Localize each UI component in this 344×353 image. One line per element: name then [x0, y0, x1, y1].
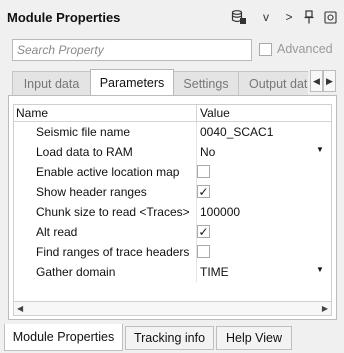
- property-value[interactable]: No: [200, 145, 215, 159]
- property-value[interactable]: TIME: [200, 265, 229, 279]
- scroll-left-icon[interactable]: ◀: [17, 304, 23, 313]
- advanced-label: Advanced: [277, 42, 333, 56]
- property-checkbox[interactable]: [197, 245, 210, 258]
- horizontal-scrollbar[interactable]: ◀ ▶: [13, 302, 332, 316]
- property-row-show-header-ranges[interactable]: Show header ranges ✓: [14, 182, 331, 202]
- panel-title: Module Properties: [7, 10, 121, 25]
- column-divider[interactable]: [196, 105, 197, 121]
- property-checkbox[interactable]: ✓: [197, 225, 210, 238]
- property-name: Gather domain: [36, 265, 116, 279]
- tab-scroll-right-button[interactable]: ▶: [323, 70, 336, 92]
- property-row-seismic-file-name[interactable]: Seismic file name 0040_SCAC1: [14, 122, 331, 142]
- advanced-checkbox[interactable]: [259, 42, 272, 56]
- property-row-chunk-size[interactable]: Chunk size to read <Traces> 100000: [14, 202, 331, 222]
- property-value[interactable]: 0040_SCAC1: [200, 125, 273, 139]
- property-row-alt-read[interactable]: Alt read ✓: [14, 222, 331, 242]
- grid-header: Name Value: [14, 105, 331, 122]
- property-name: Alt read: [36, 225, 78, 239]
- tab-output-data[interactable]: Output data: [238, 71, 308, 95]
- property-name: Chunk size to read <Traces>: [36, 205, 190, 219]
- property-name: Find ranges of trace headers: [36, 245, 190, 259]
- dropdown-arrow-icon[interactable]: ▼: [316, 145, 324, 154]
- column-header-name[interactable]: Name: [16, 106, 48, 120]
- property-value[interactable]: 100000: [200, 205, 240, 219]
- pin-icon[interactable]: [302, 6, 316, 28]
- database-icon[interactable]: [229, 6, 249, 28]
- property-row-enable-active-location-map[interactable]: Enable active location map: [14, 162, 331, 182]
- column-header-value[interactable]: Value: [200, 106, 230, 120]
- property-name: Show header ranges: [36, 185, 147, 199]
- tab-scroll-left-button[interactable]: ◀: [310, 70, 323, 92]
- tab-settings[interactable]: Settings: [173, 71, 239, 95]
- parameters-panel: Name Value Seismic file name 0040_SCAC1 …: [8, 95, 337, 320]
- checkmark-icon: ✓: [198, 224, 209, 239]
- arrow-left-icon: ◀: [313, 75, 320, 86]
- dropdown-arrow-icon[interactable]: ▼: [316, 265, 324, 274]
- scroll-right-icon[interactable]: ▶: [322, 304, 328, 313]
- tab-input-data[interactable]: Input data: [12, 71, 91, 95]
- chevron-right-icon[interactable]: >: [282, 6, 296, 28]
- advanced-toggle[interactable]: Advanced: [259, 42, 333, 56]
- row-divider: [196, 262, 197, 282]
- tab-parameters[interactable]: Parameters: [90, 69, 174, 95]
- popout-icon[interactable]: [322, 6, 338, 28]
- search-input[interactable]: [12, 39, 252, 61]
- property-grid: Name Value Seismic file name 0040_SCAC1 …: [13, 104, 332, 302]
- bottom-tab-module-properties[interactable]: Module Properties: [4, 324, 123, 351]
- checkmark-icon: ✓: [198, 184, 209, 199]
- property-checkbox[interactable]: [197, 165, 210, 178]
- property-tabs: Input data Parameters Settings Output da…: [12, 69, 308, 95]
- arrow-right-icon: ▶: [326, 75, 333, 86]
- chevron-down-icon[interactable]: v: [259, 6, 273, 28]
- bottom-tab-help-view[interactable]: Help View: [216, 326, 292, 350]
- bottom-tab-tracking-info[interactable]: Tracking info: [125, 326, 214, 350]
- row-divider: [196, 202, 197, 222]
- row-divider: [196, 122, 197, 142]
- property-name: Load data to RAM: [36, 145, 133, 159]
- property-row-find-ranges[interactable]: Find ranges of trace headers: [14, 242, 331, 262]
- property-checkbox[interactable]: ✓: [197, 185, 210, 198]
- property-row-load-data-to-ram[interactable]: Load data to RAM No ▼: [14, 142, 331, 162]
- property-name: Enable active location map: [36, 165, 180, 179]
- row-divider: [196, 142, 197, 162]
- property-row-gather-domain[interactable]: Gather domain TIME ▼: [14, 262, 331, 282]
- property-name: Seismic file name: [36, 125, 131, 139]
